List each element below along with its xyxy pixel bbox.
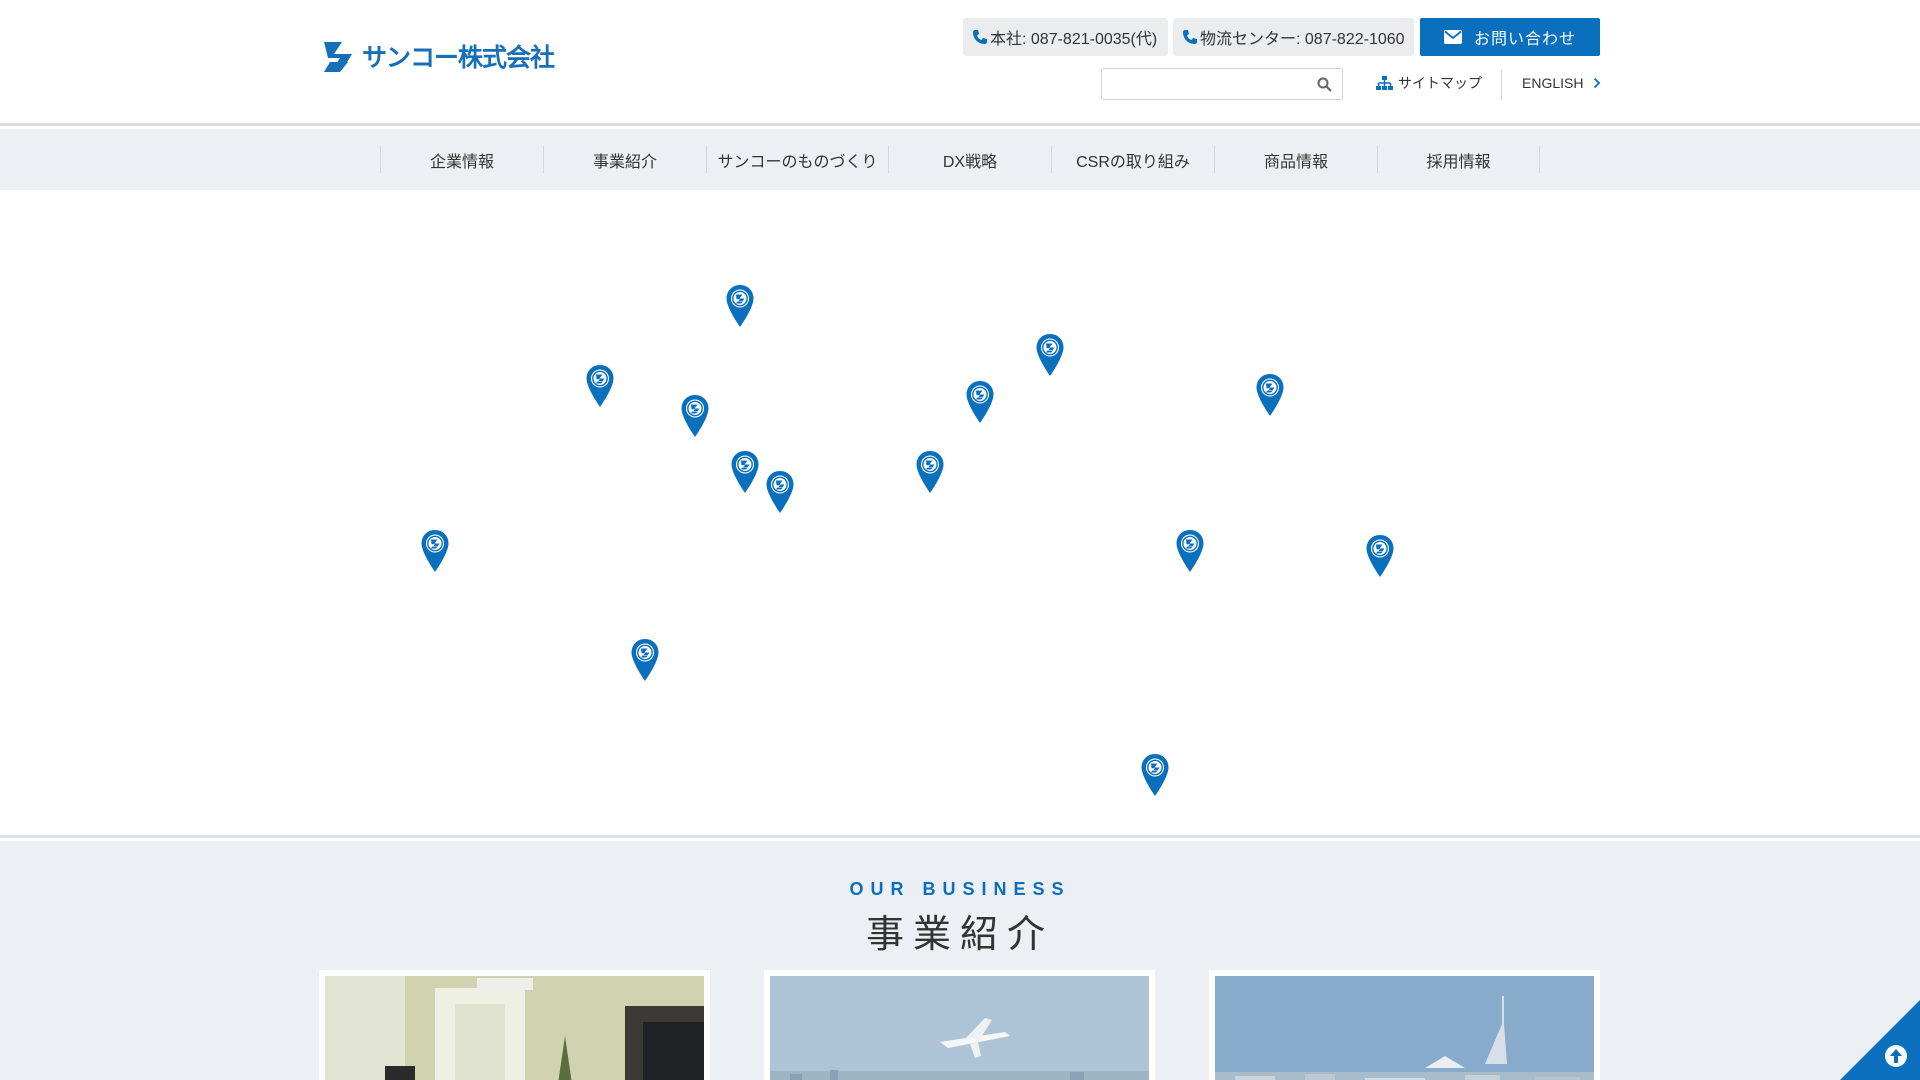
business-card-logistics[interactable] <box>764 970 1155 1080</box>
location-pin-icon[interactable] <box>965 380 995 424</box>
chevron-right-icon <box>1594 77 1601 89</box>
location-map <box>0 190 1920 838</box>
company-logo-icon <box>324 42 352 72</box>
city-skyline-photo <box>1215 976 1594 1080</box>
location-pin-icon[interactable] <box>585 364 615 408</box>
utility-divider <box>1501 70 1502 100</box>
business-section: OUR BUSINESS 事業紹介 <box>0 841 1920 1080</box>
logo-text: サンコー株式会社 <box>362 43 555 72</box>
location-pin-icon[interactable] <box>725 284 755 328</box>
interior-room-photo <box>325 976 704 1080</box>
global-nav: 企業情報 事業紹介 サンコーのものづくり DX戦略 CSRの取り組み 商品情報 … <box>0 129 1920 190</box>
interior-room-image <box>325 976 704 1080</box>
nav-item-business[interactable]: 事業紹介 <box>544 146 707 173</box>
tel-head-office-text: 本社: 087-821-0035(代) <box>990 31 1158 48</box>
sitemap-link[interactable]: サイトマップ <box>1376 73 1482 93</box>
location-pin-icon[interactable] <box>915 450 945 494</box>
location-pin-icon[interactable] <box>420 529 450 573</box>
tel-head-office[interactable]: 本社: 087-821-0035(代) <box>963 18 1168 56</box>
search-input[interactable] <box>1102 69 1302 99</box>
site-header: サンコー株式会社 本社: 087-821-0035(代) 物流センター: 087… <box>0 0 1920 126</box>
location-pin-icon[interactable] <box>630 638 660 682</box>
nav-item-products[interactable]: 商品情報 <box>1215 146 1378 173</box>
search-box <box>1101 68 1343 100</box>
nav-item-csr[interactable]: CSRの取り組み <box>1052 146 1215 173</box>
nav-item-dx[interactable]: DX戦略 <box>889 146 1052 173</box>
nav-item-company[interactable]: 企業情報 <box>381 146 544 173</box>
english-link[interactable]: ENGLISH <box>1522 75 1601 91</box>
page-top-button[interactable] <box>1840 1000 1920 1080</box>
tel-logistics-text: 物流センター: 087-822-1060 <box>1200 31 1405 48</box>
english-label: ENGLISH <box>1522 75 1584 91</box>
location-pin-icon[interactable] <box>1365 534 1395 578</box>
contact-button-label: お問い合わせ <box>1473 31 1576 48</box>
location-pin-icon[interactable] <box>680 394 710 438</box>
location-pin-icon[interactable] <box>1255 373 1285 417</box>
phone-icon <box>973 30 987 44</box>
location-pin-icon[interactable] <box>765 470 795 514</box>
envelope-icon <box>1443 30 1462 44</box>
city-skyline-image <box>1215 976 1594 1080</box>
location-pin-icon[interactable] <box>1035 333 1065 377</box>
nav-item-monozukuri[interactable]: サンコーのものづくり <box>707 146 889 173</box>
business-heading-en: OUR BUSINESS <box>849 879 1071 899</box>
search-icon[interactable] <box>1317 77 1332 92</box>
airplane-photo <box>770 976 1149 1080</box>
location-pin-icon[interactable] <box>730 450 760 494</box>
airplane-image <box>770 976 1149 1080</box>
nav-item-recruit[interactable]: 採用情報 <box>1378 146 1540 173</box>
contact-button[interactable]: お問い合わせ <box>1420 18 1600 56</box>
location-pin-icon[interactable] <box>1175 529 1205 573</box>
location-pin-icon[interactable] <box>1140 753 1170 797</box>
tel-logistics-center[interactable]: 物流センター: 087-822-1060 <box>1173 18 1414 56</box>
arrow-up-circle-icon <box>1840 1000 1920 1080</box>
business-heading-jp: 事業紹介 <box>865 912 1054 956</box>
phone-icon <box>1183 30 1197 44</box>
business-card-interior[interactable] <box>319 970 710 1080</box>
business-card-urban[interactable] <box>1209 970 1600 1080</box>
sitemap-icon <box>1376 75 1393 90</box>
site-logo[interactable]: サンコー株式会社 <box>320 38 555 74</box>
sitemap-label: サイトマップ <box>1398 75 1482 91</box>
